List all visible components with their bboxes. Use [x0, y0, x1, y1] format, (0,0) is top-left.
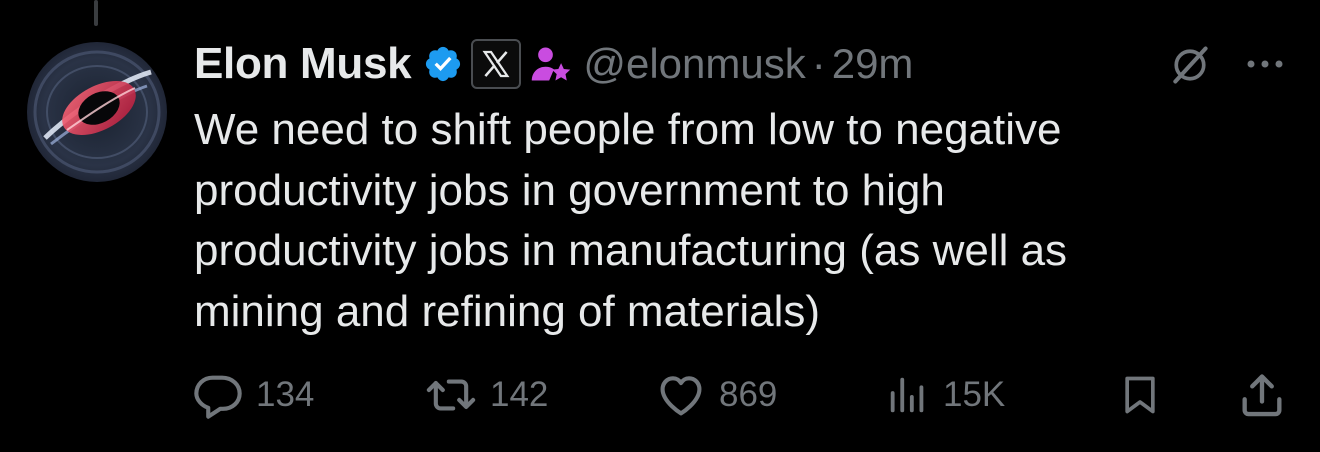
bookmark-icon: [1125, 376, 1155, 414]
share-upload-icon: [1242, 374, 1282, 417]
x-affiliation-badge[interactable]: [471, 39, 522, 89]
author-display-name[interactable]: Elon Musk: [194, 39, 412, 89]
person-star-icon[interactable]: [529, 42, 573, 86]
tweet-text-line: mining and refining of materials): [194, 286, 821, 336]
tweet-actions-bar: 134 142 869 15K: [0, 362, 1320, 432]
speech-bubble-icon: [194, 375, 242, 419]
grok-button[interactable]: [1165, 40, 1215, 90]
repost-arrows-icon: [426, 379, 476, 411]
reply-button[interactable]: 134: [192, 362, 314, 428]
more-dots-icon: [1247, 60, 1283, 68]
like-count: 869: [719, 375, 778, 414]
heart-icon: [660, 376, 702, 416]
views-button[interactable]: 15K: [885, 362, 1005, 428]
repost-button[interactable]: 142: [424, 362, 548, 428]
author-handle[interactable]: @elonmusk: [583, 40, 805, 88]
bar-chart-icon: [890, 377, 924, 413]
more-options-button[interactable]: [1240, 42, 1290, 86]
tweet-text-line: We need to shift people from low to nega…: [194, 105, 1062, 154]
bookmark-button[interactable]: [1118, 362, 1162, 428]
grok-slash-circle-icon: [1173, 46, 1208, 84]
reply-count: 134: [256, 375, 315, 414]
timestamp[interactable]: 29m: [832, 40, 914, 88]
repost-count: 142: [490, 375, 549, 414]
share-button[interactable]: [1236, 362, 1288, 428]
views-count: 15K: [943, 375, 1006, 414]
separator-dot: ·: [811, 40, 826, 87]
verified-badge-icon[interactable]: [423, 44, 463, 84]
thread-connector-line: [94, 0, 98, 26]
tweet-text-line: productivity jobs in government to high: [194, 165, 945, 215]
tweet-header: Elon Musk @elonmusk · 29m: [194, 36, 913, 92]
avatar[interactable]: [27, 42, 167, 182]
tweet-text: We need to shift people from low to nega…: [194, 100, 1294, 342]
tweet-text-line: productivity jobs in manufacturing (as w…: [194, 226, 1068, 275]
like-button[interactable]: 869: [655, 362, 777, 428]
x-logo-icon: [482, 50, 510, 78]
